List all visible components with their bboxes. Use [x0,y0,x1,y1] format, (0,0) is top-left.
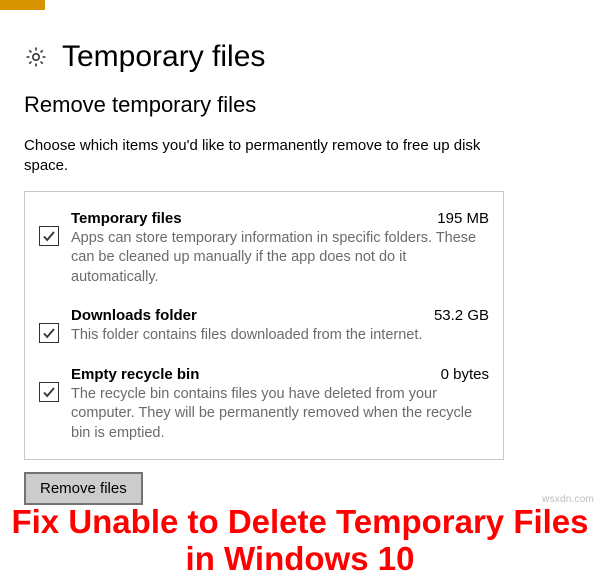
accent-block [0,0,45,10]
item-body: Temporary files 195 MB Apps can store te… [71,210,489,288]
item-size: 0 bytes [441,366,489,383]
page-title: Temporary files [62,40,265,74]
item-title: Downloads folder [71,307,197,324]
checkbox-temporary-files[interactable] [39,226,59,246]
checkbox-empty-recycle-bin[interactable] [39,382,59,402]
checkbox-downloads-folder[interactable] [39,323,59,343]
item-title: Temporary files [71,210,182,227]
checkmark-icon [42,229,56,243]
top-bar [0,0,600,10]
item-body: Empty recycle bin 0 bytes The recycle bi… [71,366,489,444]
list-item: Temporary files 195 MB Apps can store te… [39,204,489,302]
items-list: Temporary files 195 MB Apps can store te… [24,191,504,461]
section-title: Remove temporary files [24,92,576,118]
caption-text: Fix Unable to Delete Temporary Files in … [0,504,600,577]
page-header: Temporary files [0,10,600,92]
remove-files-button[interactable]: Remove files [24,472,143,505]
item-size: 53.2 GB [434,307,489,324]
section-description: Choose which items you'd like to permane… [24,136,504,177]
checkmark-icon [42,326,56,340]
item-body: Downloads folder 53.2 GB This folder con… [71,307,489,346]
list-item: Empty recycle bin 0 bytes The recycle bi… [39,360,489,444]
checkmark-icon [42,385,56,399]
item-description: The recycle bin contains files you have … [71,385,489,444]
item-title: Empty recycle bin [71,366,199,383]
content: Remove temporary files Choose which item… [0,92,600,505]
gear-icon [24,45,48,69]
item-description: This folder contains files downloaded fr… [71,326,489,346]
item-description: Apps can store temporary information in … [71,229,489,288]
item-size: 195 MB [437,210,489,227]
list-item: Downloads folder 53.2 GB This folder con… [39,301,489,360]
